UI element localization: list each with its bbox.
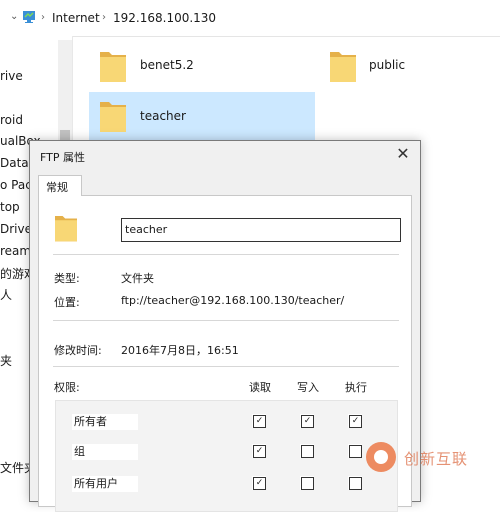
folder-icon[interactable]	[100, 48, 126, 82]
permission-row: 所有用户 ✓	[56, 473, 397, 495]
nav-item[interactable]: Data	[0, 156, 29, 170]
permission-row: 组 ✓	[56, 441, 397, 463]
permission-name: 组	[72, 444, 138, 460]
name-field-value: teacher	[125, 223, 168, 236]
file-name: public	[369, 58, 406, 72]
nav-item[interactable]: rive	[0, 69, 23, 83]
permission-name: 所有用户	[72, 476, 138, 492]
permissions-table: 所有者 ✓ ✓ ✓ 组 ✓ 所有用户 ✓	[55, 400, 398, 512]
nav-item[interactable]: Drive	[0, 222, 32, 236]
tab-general[interactable]: 常规	[38, 175, 82, 196]
file-name: benet5.2	[140, 58, 194, 72]
write-checkbox[interactable]	[301, 477, 314, 490]
divider	[53, 366, 399, 367]
properties-dialog: FTP 属性 ✕ 常规 teacher 类型: 文件夹 位置: ftp://te…	[29, 140, 421, 512]
permissions-label: 权限:	[54, 381, 80, 394]
tab-label: 常规	[46, 181, 68, 194]
chevron-down-icon[interactable]: ⌄	[10, 11, 18, 22]
folder-icon[interactable]	[330, 48, 356, 82]
name-field[interactable]: teacher	[121, 218, 401, 242]
nav-item[interactable]: roid	[0, 113, 23, 127]
close-icon[interactable]: ✕	[394, 144, 412, 163]
breadcrumb-separator-icon: ›	[41, 12, 45, 23]
nav-item[interactable]: 人	[0, 286, 12, 303]
read-checkbox[interactable]: ✓	[253, 477, 266, 490]
divider	[53, 320, 399, 321]
watermark-logo: 创新互联	[366, 440, 498, 480]
column-read: 读取	[249, 381, 271, 394]
modified-label: 修改时间:	[54, 344, 102, 357]
modified-value: 2016年7月8日，16:51	[121, 344, 239, 357]
nav-item[interactable]: ream	[0, 244, 31, 258]
address-bar[interactable]: ⌄ › Internet › 192.168.100.130	[0, 0, 500, 37]
nav-item[interactable]: 夹	[0, 352, 12, 369]
type-label: 类型:	[54, 272, 80, 285]
read-checkbox[interactable]: ✓	[253, 415, 266, 428]
write-checkbox[interactable]: ✓	[301, 415, 314, 428]
general-panel: teacher 类型: 文件夹 位置: ftp://teacher@192.16…	[38, 195, 412, 512]
permission-row: 所有者 ✓ ✓ ✓	[56, 411, 397, 433]
breadcrumb-internet[interactable]: Internet	[52, 11, 100, 25]
network-icon	[23, 11, 35, 23]
folder-icon	[55, 216, 77, 242]
execute-checkbox[interactable]	[349, 477, 362, 490]
column-write: 写入	[297, 381, 319, 394]
execute-checkbox[interactable]: ✓	[349, 415, 362, 428]
logo-icon	[366, 442, 396, 472]
permission-name: 所有者	[72, 414, 138, 430]
breadcrumb-separator-icon: ›	[102, 12, 106, 23]
read-checkbox[interactable]: ✓	[253, 445, 266, 458]
type-value: 文件夹	[121, 272, 154, 285]
write-checkbox[interactable]	[301, 445, 314, 458]
column-execute: 执行	[345, 381, 367, 394]
execute-checkbox[interactable]	[349, 445, 362, 458]
location-label: 位置:	[54, 296, 80, 309]
nav-item[interactable]: top	[0, 200, 20, 214]
folder-icon[interactable]	[100, 98, 126, 132]
file-name: teacher	[140, 109, 186, 123]
divider	[53, 254, 399, 255]
dialog-title: FTP 属性	[40, 151, 85, 164]
watermark-text: 创新互联	[404, 450, 469, 468]
location-value: ftp://teacher@192.168.100.130/teacher/	[121, 294, 345, 307]
breadcrumb-host[interactable]: 192.168.100.130	[113, 11, 216, 25]
